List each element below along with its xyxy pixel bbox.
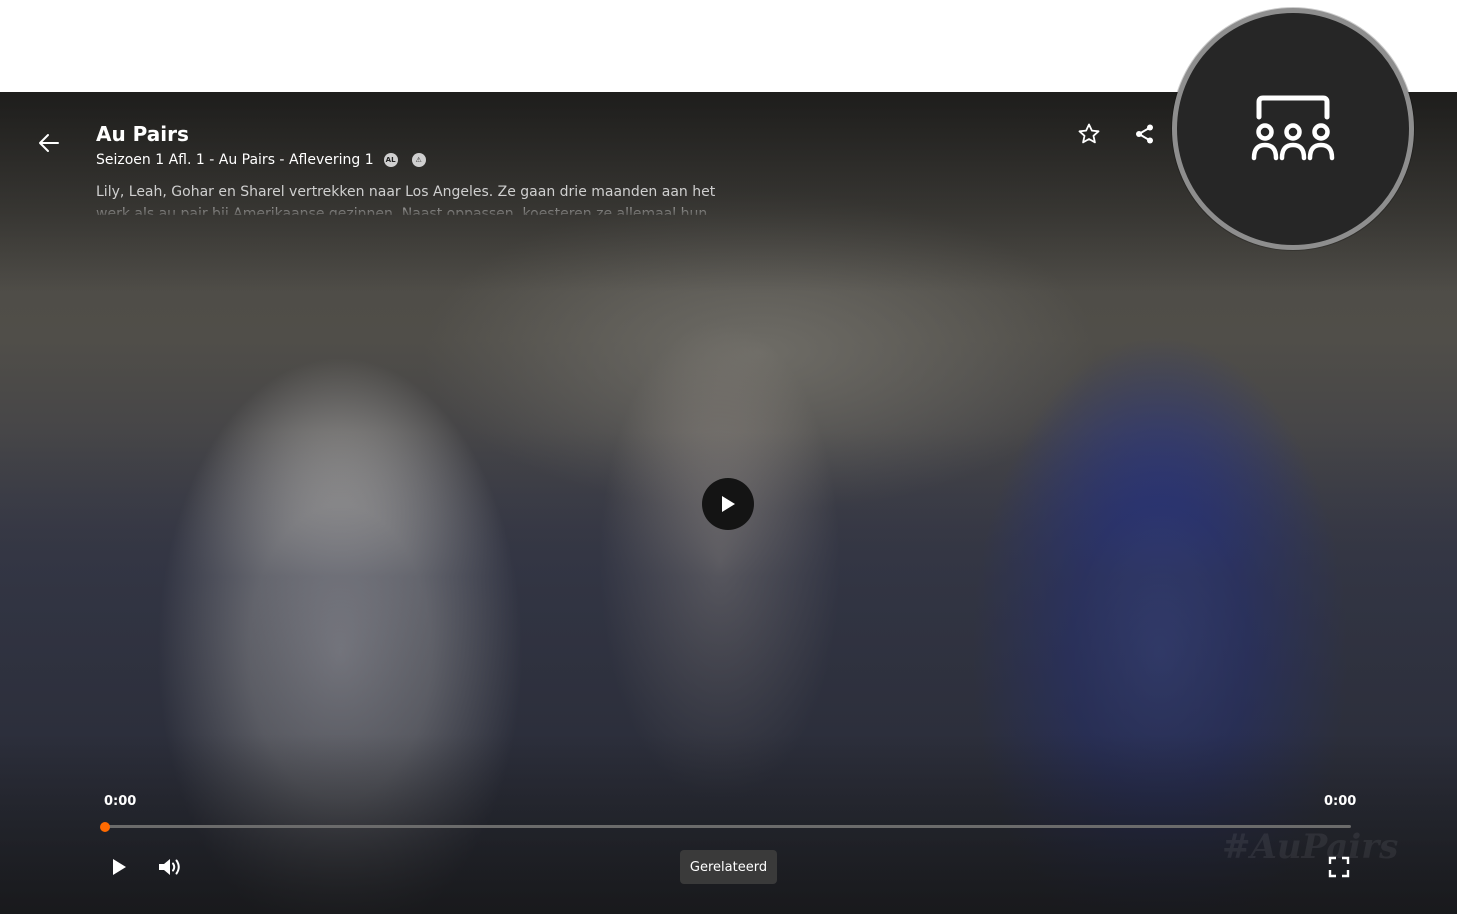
progress-handle[interactable] <box>100 821 110 832</box>
episode-subtitle-text: Seizoen 1 Afl. 1 - Au Pairs - Aflevering… <box>96 152 374 168</box>
favorite-button[interactable] <box>1075 120 1103 148</box>
star-icon <box>1078 123 1100 144</box>
watch-party-icon <box>1251 95 1335 161</box>
video-title: Au Pairs <box>96 122 189 146</box>
play-button[interactable] <box>105 853 133 881</box>
share-icon <box>1136 124 1153 144</box>
fullscreen-button[interactable] <box>1325 853 1353 881</box>
current-time: 0:00 <box>104 794 137 809</box>
content-warning-badge: ⚠ <box>411 153 426 167</box>
show-watermark: #AuPairs <box>1222 827 1399 867</box>
arrow-left-icon <box>39 134 59 152</box>
progress-bar[interactable] <box>100 821 1351 832</box>
volume-icon <box>159 859 180 875</box>
center-play-button[interactable] <box>702 478 754 530</box>
watch-party-button-magnified[interactable] <box>1172 8 1414 250</box>
related-button[interactable]: Gerelateerd <box>680 850 777 884</box>
share-button[interactable] <box>1131 120 1159 148</box>
play-icon <box>113 859 126 875</box>
play-icon <box>722 496 735 512</box>
episode-subtitle: Seizoen 1 Afl. 1 - Au Pairs - Aflevering… <box>96 152 426 168</box>
episode-description: Lily, Leah, Gohar en Sharel vertrekken n… <box>96 184 716 215</box>
volume-button[interactable] <box>156 853 184 881</box>
fullscreen-icon <box>1328 856 1350 878</box>
back-button[interactable] <box>34 128 64 158</box>
age-rating-badge: AL <box>383 153 398 167</box>
total-time: 0:00 <box>1324 794 1357 809</box>
